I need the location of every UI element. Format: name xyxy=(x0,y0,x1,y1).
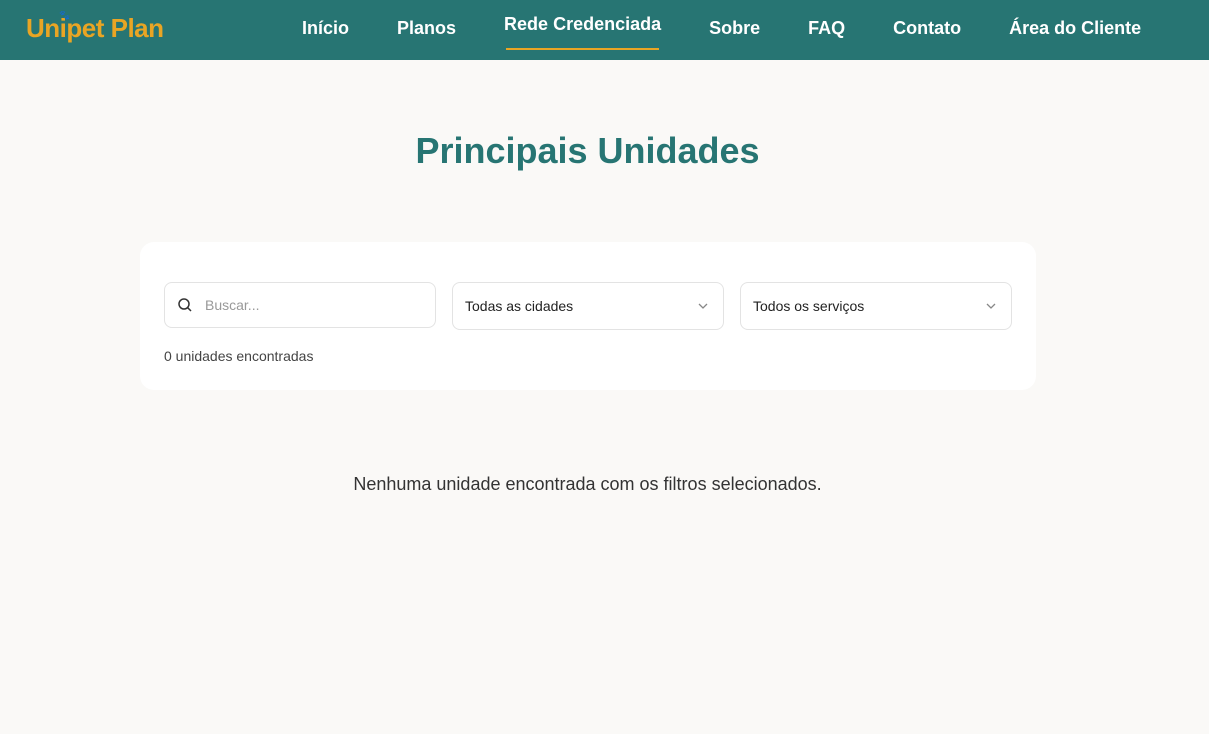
search-field[interactable] xyxy=(164,282,436,328)
chevron-down-icon xyxy=(986,303,996,309)
chevron-down-icon xyxy=(698,303,708,309)
city-select-value: Todas as cidades xyxy=(465,298,574,314)
page-title: Principais Unidades xyxy=(415,130,760,171)
nav-planos[interactable]: Planos xyxy=(373,0,480,56)
service-select-value: Todos os serviços xyxy=(753,298,865,314)
nav-faq[interactable]: FAQ xyxy=(784,0,869,56)
search-icon xyxy=(178,298,192,312)
nav-area-cliente[interactable]: Área do Cliente xyxy=(985,0,1165,56)
main-nav: Início Planos Rede Credenciada Sobre FAQ… xyxy=(278,0,1165,60)
nav-sobre[interactable]: Sobre xyxy=(685,0,784,56)
service-select[interactable]: Todos os serviços xyxy=(740,282,1012,330)
search-input[interactable] xyxy=(205,297,405,313)
filter-card: Todas as cidades Todos os serviços 0 uni… xyxy=(140,242,1036,390)
nav-rede-credenciada[interactable]: Rede Credenciada xyxy=(480,0,685,50)
empty-message: Nenhuma unidade encontrada com os filtro… xyxy=(353,474,822,494)
logo[interactable]: 🐾 Unipet Plan xyxy=(26,10,164,44)
nav-contato[interactable]: Contato xyxy=(869,0,985,56)
nav-inicio[interactable]: Início xyxy=(278,0,373,56)
header: 🐾 Unipet Plan Início Planos Rede Credenci… xyxy=(0,0,1209,60)
logo-text: Unipet Plan xyxy=(26,13,164,43)
paw-icon: 🐾 xyxy=(59,10,70,20)
city-select[interactable]: Todas as cidades xyxy=(452,282,724,330)
results-count: 0 unidades encontradas xyxy=(164,348,314,364)
